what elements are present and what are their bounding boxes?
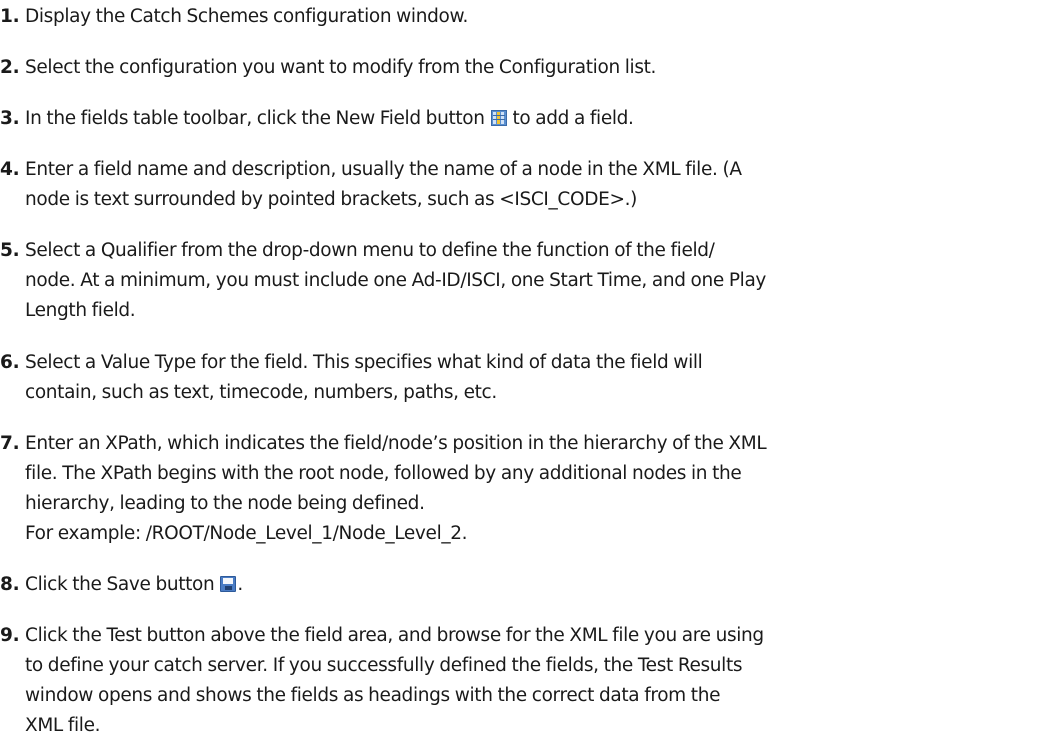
step-7: 7. Enter an XPath, which indicates the f… bbox=[0, 429, 1050, 549]
step-text: Click the Save button . bbox=[25, 570, 1050, 600]
step-number: 2. bbox=[0, 57, 20, 78]
step-number: 8. bbox=[0, 574, 20, 595]
step-3: 3. In the fields table toolbar, click th… bbox=[0, 104, 1050, 134]
step-line: In the fields table toolbar, click the N… bbox=[25, 104, 1050, 134]
step-line: Length field. bbox=[25, 300, 136, 321]
step-text: Select the configuration you want to mod… bbox=[25, 53, 1050, 83]
step-line: window opens and shows the fields as hea… bbox=[25, 685, 721, 706]
step-text-after-icon: to add a field. bbox=[512, 108, 634, 129]
step-line: Select a Value Type for the field. This … bbox=[25, 352, 703, 373]
step-line: to define your catch server. If you succ… bbox=[25, 655, 743, 676]
step-line: XML file. bbox=[25, 715, 101, 736]
step-text: Select a Qualifier from the drop-down me… bbox=[25, 236, 1050, 326]
step-line: Enter a field name and description, usua… bbox=[25, 159, 742, 180]
step-text: Select a Value Type for the field. This … bbox=[25, 348, 1050, 408]
step-line: file. The XPath begins with the root nod… bbox=[25, 463, 742, 484]
step-text-after-icon: . bbox=[237, 574, 243, 595]
step-5: 5. Select a Qualifier from the drop-down… bbox=[0, 236, 1050, 326]
step-text: Display the Catch Schemes configuration … bbox=[25, 2, 1050, 32]
step-line: Select the configuration you want to mod… bbox=[25, 57, 657, 78]
step-line: Click the Test button above the field ar… bbox=[25, 625, 764, 646]
step-text-before-icon: In the fields table toolbar, click the N… bbox=[25, 108, 485, 129]
step-number: 3. bbox=[0, 108, 20, 129]
step-line: Select a Qualifier from the drop-down me… bbox=[25, 240, 715, 261]
step-line: node. At a minimum, you must include one… bbox=[25, 270, 767, 291]
step-6: 6. Select a Value Type for the field. Th… bbox=[0, 348, 1050, 408]
save-icon bbox=[220, 576, 237, 592]
step-number: 6. bbox=[0, 352, 20, 373]
step-text: In the fields table toolbar, click the N… bbox=[25, 104, 1050, 134]
new-field-icon bbox=[490, 110, 507, 126]
step-number: 5. bbox=[0, 240, 20, 261]
step-text: Click the Test button above the field ar… bbox=[25, 621, 1050, 741]
step-number: 7. bbox=[0, 433, 20, 454]
step-number: 9. bbox=[0, 625, 20, 646]
step-line: Click the Save button . bbox=[25, 570, 1050, 600]
step-number: 1. bbox=[0, 6, 20, 27]
step-line: hierarchy, leading to the node being def… bbox=[25, 493, 425, 514]
step-line: node is text surrounded by pointed brack… bbox=[25, 189, 637, 210]
step-text: Enter an XPath, which indicates the fiel… bbox=[25, 429, 1050, 549]
step-2: 2. Select the configuration you want to … bbox=[0, 53, 1050, 83]
step-1: 1. Display the Catch Schemes configurati… bbox=[0, 2, 1050, 32]
step-9: 9. Click the Test button above the field… bbox=[0, 621, 1050, 741]
step-line: Enter an XPath, which indicates the fiel… bbox=[25, 433, 767, 454]
step-line: Display the Catch Schemes configuration … bbox=[25, 6, 469, 27]
step-line: For example: /ROOT/Node_Level_1/Node_Lev… bbox=[25, 523, 468, 544]
step-8: 8. Click the Save button . bbox=[0, 570, 1050, 600]
step-number: 4. bbox=[0, 159, 20, 180]
step-text: Enter a field name and description, usua… bbox=[25, 155, 1050, 215]
step-line: contain, such as text, timecode, numbers… bbox=[25, 382, 497, 403]
step-4: 4. Enter a field name and description, u… bbox=[0, 155, 1050, 215]
step-text-before-icon: Click the Save button bbox=[25, 574, 215, 595]
